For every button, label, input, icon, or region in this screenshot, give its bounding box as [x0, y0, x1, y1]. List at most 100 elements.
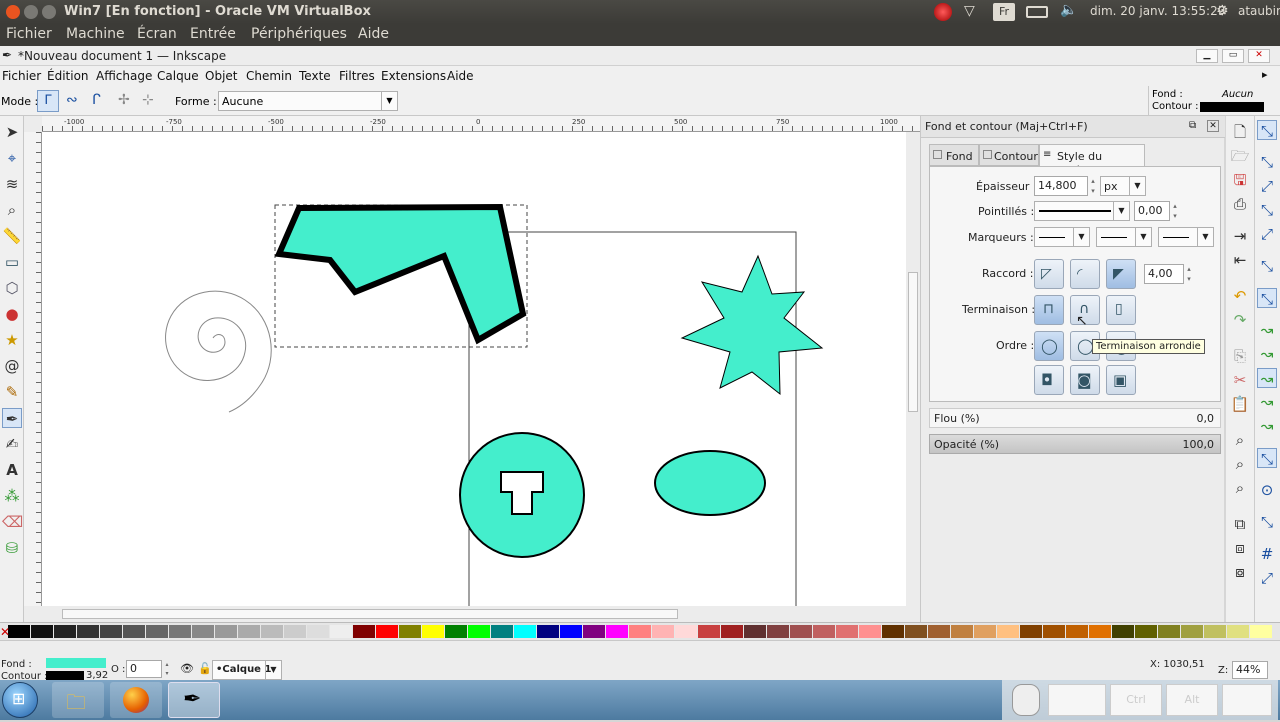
blur-slider[interactable]: Flou (%) 0,0 — [929, 408, 1221, 428]
vertical-scrollbar[interactable] — [906, 132, 920, 606]
horizontal-scrollbar[interactable] — [42, 606, 906, 622]
snap-cusp-icon[interactable]: ↝ — [1257, 368, 1277, 388]
spiro-mode-icon[interactable]: ∾ — [66, 92, 78, 108]
order-normal-button[interactable]: ◯ — [1034, 331, 1064, 361]
win-key[interactable] — [1222, 684, 1272, 716]
dash-offset-input[interactable]: 0,00 — [1134, 201, 1170, 221]
palette-swatch[interactable] — [836, 625, 858, 638]
palette-swatch[interactable] — [422, 625, 444, 638]
menu-filtres[interactable]: Filtres — [339, 69, 375, 83]
end-marker-select[interactable]: ▼ — [1158, 227, 1214, 247]
palette-swatch[interactable] — [606, 625, 628, 638]
clock[interactable]: dim. 20 janv. 13:55:29 — [1090, 4, 1225, 18]
duplicate-icon[interactable]: ⧉ — [1230, 514, 1250, 534]
vbox-menu-aide[interactable]: Aide — [358, 26, 389, 42]
snap-smooth-icon[interactable]: ↝ — [1257, 392, 1277, 412]
keyboard-layout-indicator[interactable]: Fr — [993, 3, 1015, 21]
inkscape-task[interactable]: ✒ — [168, 682, 220, 718]
palette-swatch[interactable] — [261, 625, 283, 638]
cut-icon[interactable]: ✂ — [1230, 370, 1250, 390]
palette-swatch[interactable] — [652, 625, 674, 638]
palette-swatch[interactable] — [744, 625, 766, 638]
record-icon[interactable] — [934, 3, 952, 21]
node-tool-icon[interactable]: ⌖ — [2, 148, 22, 168]
vbox-menu-entree[interactable]: Entrée — [190, 26, 236, 42]
star-tool-icon[interactable]: ★ — [2, 330, 22, 350]
palette-swatch[interactable] — [859, 625, 881, 638]
export-icon[interactable]: ⇤ — [1230, 250, 1250, 270]
palette-swatch[interactable] — [399, 625, 421, 638]
epaisseur-input[interactable]: 14,800 — [1034, 176, 1088, 196]
opacity-input[interactable]: 0 — [126, 660, 162, 678]
palette-swatch[interactable] — [1043, 625, 1065, 638]
dash-offset-spin[interactable]: ▴ ▾ — [1170, 201, 1180, 221]
vbox-menu-machine[interactable]: Machine — [66, 26, 125, 42]
palette-swatch[interactable] — [583, 625, 605, 638]
no-paint-icon[interactable]: ✕ — [0, 625, 10, 639]
snap-page-icon[interactable]: ⤡ — [1257, 512, 1277, 532]
bucket-tool-icon[interactable]: ⛁ — [2, 538, 22, 558]
round-join-button[interactable]: ◜ — [1070, 259, 1100, 289]
palette-swatch[interactable] — [629, 625, 651, 638]
user-name[interactable]: ataubin — [1238, 4, 1280, 18]
snap-bbox-icon[interactable]: ⤡ — [1257, 152, 1277, 172]
redo-icon[interactable]: ↷ — [1230, 310, 1250, 330]
snap-grid-icon[interactable]: # — [1257, 544, 1277, 564]
tab-contour[interactable]: Contour — [979, 144, 1039, 166]
palette-swatch[interactable] — [1181, 625, 1203, 638]
print-icon[interactable]: ⎙ — [1230, 194, 1250, 214]
pen-tool-icon[interactable]: ✒ — [2, 408, 22, 428]
palette-swatch[interactable] — [238, 625, 260, 638]
miter-join-button[interactable]: ◸ — [1034, 259, 1064, 289]
start-orb-icon[interactable]: ⊞ — [2, 682, 38, 718]
menu-affichage[interactable]: Affichage — [96, 69, 152, 83]
palette-swatch[interactable] — [1204, 625, 1226, 638]
epaisseur-spin[interactable]: ▴ ▾ — [1088, 176, 1098, 196]
paraxial-mode-icon[interactable]: ⊹ — [142, 92, 154, 108]
palette-swatch[interactable] — [1066, 625, 1088, 638]
drawing-canvas[interactable] — [42, 132, 906, 606]
palette-swatch[interactable] — [169, 625, 191, 638]
palette-swatch[interactable] — [1089, 625, 1111, 638]
palette-swatch[interactable] — [721, 625, 743, 638]
horizontal-scroll-thumb[interactable] — [62, 609, 678, 619]
color-palette[interactable]: ✕ — [0, 622, 1280, 640]
order-markers-fill-button[interactable]: ◘ — [1034, 365, 1064, 395]
close-button[interactable]: ✕ — [1248, 49, 1270, 63]
butt-cap-button[interactable]: ⊓ — [1034, 295, 1064, 325]
palette-swatch[interactable] — [997, 625, 1019, 638]
palette-swatch[interactable] — [31, 625, 53, 638]
palette-swatch[interactable] — [8, 625, 30, 638]
selected-path-shape[interactable] — [274, 203, 527, 345]
stroke-indicator-swatch[interactable] — [1200, 102, 1264, 112]
menu-edition[interactable]: Édition — [47, 69, 89, 83]
square-cap-button[interactable]: ▯ — [1106, 295, 1136, 325]
zoom-input[interactable]: 44% — [1232, 661, 1268, 679]
dialog-dock-icon[interactable]: ⧉ — [1189, 120, 1196, 131]
star-shape[interactable] — [680, 254, 824, 396]
palette-swatch[interactable] — [146, 625, 168, 638]
paste-icon[interactable]: 📋 — [1230, 394, 1250, 414]
minimize-button[interactable]: ▁ — [1196, 49, 1218, 63]
vertical-ruler[interactable] — [24, 132, 42, 606]
ellipse-shape[interactable] — [654, 450, 766, 516]
vbox-menu-ecran[interactable]: Écran — [137, 26, 177, 42]
unit-select[interactable]: px ▼ — [1100, 176, 1146, 196]
palette-swatches[interactable]: ✕ — [0, 623, 1280, 640]
volume-icon[interactable]: 🔈 — [1060, 2, 1077, 18]
snap-bbox-center-icon[interactable]: ⤡ — [1257, 256, 1277, 276]
palette-swatch[interactable] — [330, 625, 352, 638]
palette-swatch[interactable] — [537, 625, 559, 638]
snap-center-icon[interactable]: ⊙ — [1257, 480, 1277, 500]
forme-select[interactable]: Aucune ▼ — [218, 91, 398, 111]
menu-extensions[interactable]: Extensions — [381, 69, 446, 83]
vbox-menu-fichier[interactable]: Fichier — [6, 26, 52, 42]
spray-tool-icon[interactable]: ⁂ — [2, 486, 22, 506]
bezier-mode-icon[interactable]: ᒥ — [37, 90, 59, 112]
menu-calque[interactable]: Calque — [157, 69, 199, 83]
palette-swatch[interactable] — [974, 625, 996, 638]
snap-toggle-icon[interactable]: ⤡ — [1257, 120, 1277, 140]
horizontal-ruler[interactable]: -1000 -750 -500 -250 0 250 500 750 1000 — [42, 116, 920, 132]
maximize-button[interactable]: ▭ — [1222, 49, 1244, 63]
close-icon[interactable]: ✕ — [1207, 120, 1219, 132]
